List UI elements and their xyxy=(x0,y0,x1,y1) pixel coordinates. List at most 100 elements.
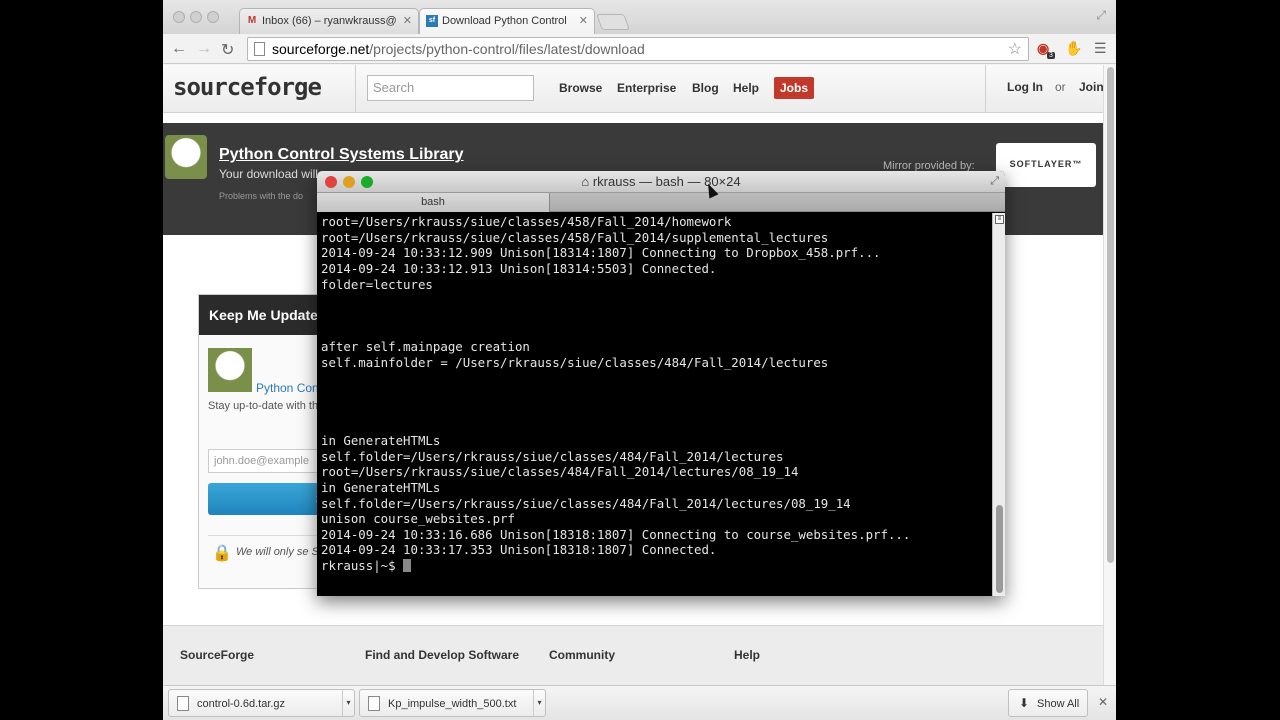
terminal-line: self.folder=/Users/rkrauss/siue/classes/… xyxy=(321,495,851,511)
scroll-thumb[interactable] xyxy=(1107,67,1114,563)
chevron-down-icon[interactable]: ▾ xyxy=(342,690,354,716)
download-item[interactable]: Kp_impulse_width_500.txt ▾ xyxy=(359,689,546,717)
extension-badge: 3 xyxy=(1047,52,1055,59)
show-all-label: Show All xyxy=(1037,698,1080,710)
page-icon xyxy=(254,42,265,56)
url-path: /projects/python-control/files/latest/do… xyxy=(369,41,645,57)
terminal-line: 2014-09-24 10:33:12.913 Unison[18314:550… xyxy=(321,260,717,276)
split-pane-icon[interactable]: ≡ xyxy=(995,215,1004,224)
terminal-tab-bar: bash xyxy=(317,193,1005,212)
home-icon: ⌂ xyxy=(581,174,593,189)
browser-toolbar: ← → ↻ sourceforge.net/projects/python-co… xyxy=(163,34,1116,64)
terminal-line: folder=lectures xyxy=(321,276,433,292)
tab-label: Download Python Control xyxy=(442,15,567,27)
join-link[interactable]: Join xyxy=(1079,80,1104,94)
terminal-output[interactable]: root=/Users/rkrauss/siue/classes/458/Fal… xyxy=(317,213,992,596)
show-all-downloads-button[interactable]: ⬇ Show All xyxy=(1008,689,1088,717)
puzzle-extension-icon[interactable]: ✋ xyxy=(1065,40,1082,57)
terminal-line: 2014-09-24 10:33:16.686 Unison[18318:180… xyxy=(321,526,911,542)
nav-help[interactable]: Help xyxy=(733,81,759,95)
text-cursor xyxy=(403,559,412,573)
prompt-text: rkrauss|~$ xyxy=(321,558,404,574)
project-title[interactable]: Python Control Systems Library xyxy=(219,146,464,164)
gmail-icon: M xyxy=(247,15,257,26)
footer-find-software[interactable]: Find and Develop Software xyxy=(365,648,519,662)
project-link[interactable]: Python Con xyxy=(256,381,319,395)
tab-strip: M Inbox (66) – ryanwkrauss@ ✕ sf Downloa… xyxy=(163,0,1116,34)
terminal-line: root=/Users/rkrauss/siue/classes/458/Fal… xyxy=(321,229,829,245)
lock-icon: 🔒 xyxy=(212,545,232,562)
fullscreen-icon[interactable]: ⤢ xyxy=(1096,8,1106,23)
nav-blog[interactable]: Blog xyxy=(692,81,719,95)
download-arrow-icon: ⬇ xyxy=(1019,696,1030,710)
divider xyxy=(355,65,356,113)
minimize-window-button[interactable] xyxy=(343,176,355,188)
or-text: or xyxy=(1055,80,1066,94)
softlayer-logo[interactable]: SOFTLAYER™ xyxy=(996,143,1096,187)
login-link[interactable]: Log In xyxy=(1007,80,1043,94)
close-tab-icon[interactable]: ✕ xyxy=(579,14,588,27)
close-tab-icon[interactable]: ✕ xyxy=(403,14,412,27)
footer-sourceforge[interactable]: SourceForge xyxy=(180,648,254,662)
terminal-title: rkrauss — bash — 80×24 xyxy=(592,174,741,189)
downloads-bar: control-0.6d.tar.gz ▾ Kp_impulse_width_5… xyxy=(163,685,1116,720)
scroll-thumb[interactable] xyxy=(996,505,1003,593)
file-icon xyxy=(177,696,189,711)
nav-enterprise[interactable]: Enterprise xyxy=(617,81,676,95)
close-window-button[interactable] xyxy=(173,11,185,23)
terminal-titlebar[interactable]: ⌂ rkrauss — bash — 80×24 ⤢ xyxy=(317,171,1005,193)
minimize-window-button[interactable] xyxy=(190,11,202,23)
nav-browse[interactable]: Browse xyxy=(559,81,602,95)
reload-icon[interactable]: ↻ xyxy=(221,40,234,60)
tab-sourceforge[interactable]: sf Download Python Control ✕ xyxy=(419,8,595,34)
nav-jobs[interactable]: Jobs xyxy=(774,77,814,99)
project-logo xyxy=(165,135,207,179)
terminal-line: self.mainfolder = /Users/rkrauss/siue/cl… xyxy=(321,354,829,370)
terminal-line: 2014-09-24 10:33:17.353 Unison[18318:180… xyxy=(321,542,717,558)
terminal-window[interactable]: ⌂ rkrauss — bash — 80×24 ⤢ bash root=/Us… xyxy=(317,171,1005,596)
problems-text: Problems with the do xyxy=(219,191,304,201)
site-footer: SourceForge Find and Develop Software Co… xyxy=(163,625,1103,685)
page-scrollbar[interactable] xyxy=(1103,65,1116,685)
fullscreen-icon[interactable]: ⤢ xyxy=(990,175,999,188)
close-icon[interactable]: ✕ xyxy=(1098,695,1108,709)
menu-icon[interactable]: ☰ xyxy=(1094,40,1107,57)
new-tab-button[interactable] xyxy=(596,14,630,30)
forward-arrow-icon[interactable]: → xyxy=(196,40,212,58)
terminal-line: unison course_websites.prf xyxy=(321,511,515,527)
terminal-tab[interactable]: bash xyxy=(317,193,550,212)
project-logo xyxy=(208,348,252,392)
download-status: Your download will xyxy=(219,167,318,181)
terminal-prompt[interactable]: rkrauss|~$ xyxy=(321,558,992,574)
footer-help[interactable]: Help xyxy=(734,648,760,662)
chevron-down-icon[interactable]: ▾ xyxy=(533,690,545,716)
tab-gmail[interactable]: M Inbox (66) – ryanwkrauss@ ✕ xyxy=(239,8,419,34)
url-host: sourceforge.net xyxy=(272,41,370,57)
terminal-line: in GenerateHTMLs xyxy=(321,432,441,448)
sourceforge-logo[interactable]: sourceforge xyxy=(173,73,322,101)
zoom-window-button[interactable] xyxy=(361,176,373,188)
close-window-button[interactable] xyxy=(325,176,337,188)
download-filename: control-0.6d.tar.gz xyxy=(197,698,286,710)
screen: M Inbox (66) – ryanwkrauss@ ✕ sf Downloa… xyxy=(0,0,1280,720)
download-item[interactable]: control-0.6d.tar.gz ▾ xyxy=(168,689,355,717)
terminal-scrollbar[interactable]: ≡ xyxy=(992,213,1005,596)
address-bar[interactable]: sourceforge.net/projects/python-control/… xyxy=(247,37,1029,61)
file-icon xyxy=(368,696,380,711)
zoom-window-button[interactable] xyxy=(207,11,219,23)
tab-label: Inbox (66) – ryanwkrauss@ xyxy=(262,15,397,27)
terminal-line: root=/Users/rkrauss/siue/classes/484/Fal… xyxy=(321,464,799,480)
site-search-input[interactable]: Search xyxy=(367,75,534,101)
footer-community[interactable]: Community xyxy=(549,648,615,662)
back-arrow-icon[interactable]: ← xyxy=(171,40,187,58)
terminal-line: root=/Users/rkrauss/siue/classes/458/Fal… xyxy=(321,214,732,229)
download-filename: Kp_impulse_width_500.txt xyxy=(388,698,517,710)
terminal-line: self.folder=/Users/rkrauss/siue/classes/… xyxy=(321,448,784,464)
bookmark-star-icon[interactable]: ☆ xyxy=(1008,39,1022,59)
sourceforge-icon: sf xyxy=(426,15,438,27)
